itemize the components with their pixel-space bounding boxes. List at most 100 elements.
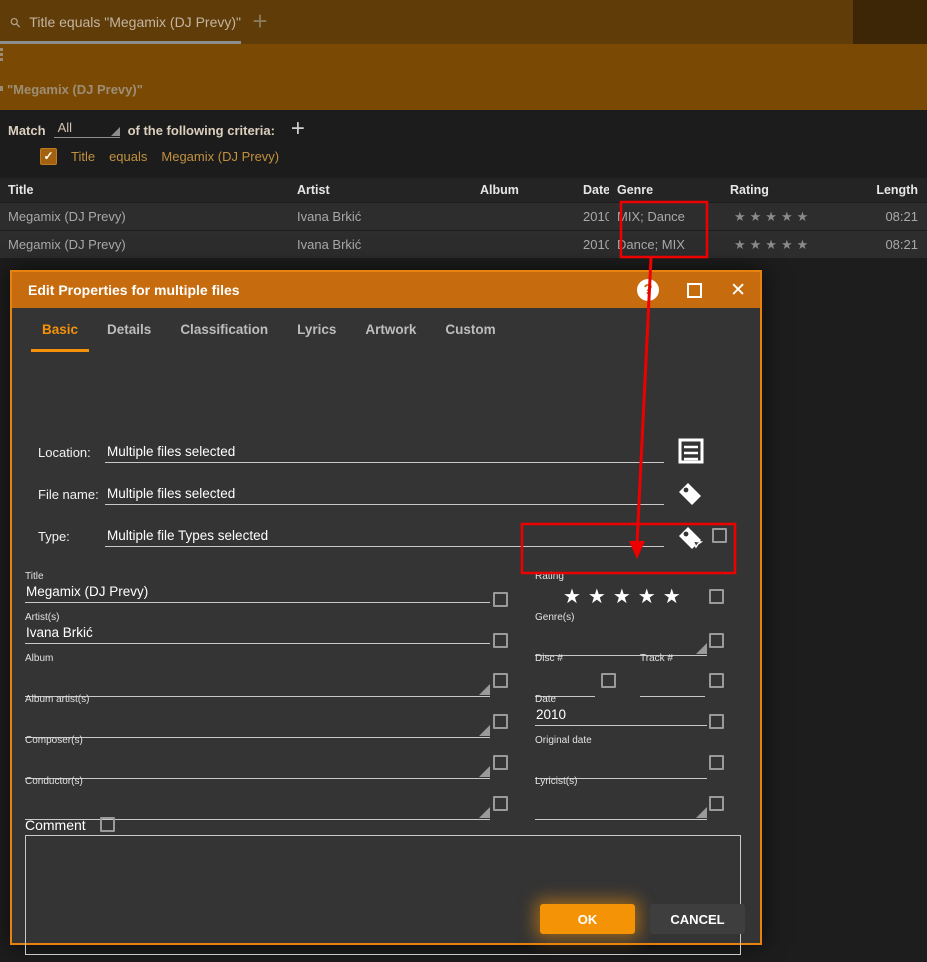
auto-tag-icon[interactable] — [676, 524, 706, 554]
new-search-tab-button[interactable]: + — [245, 6, 275, 36]
title-input: Megamix (DJ Prevy) — [25, 584, 490, 603]
col-header-title[interactable]: Title — [0, 183, 289, 197]
album-apply-checkbox[interactable] — [493, 673, 508, 688]
cell-length: 08:21 — [852, 237, 927, 252]
col-header-genre[interactable]: Genre — [609, 183, 722, 197]
rating-apply-checkbox[interactable] — [709, 589, 724, 604]
date-field[interactable]: Date 2010 — [535, 694, 707, 726]
comment-apply-checkbox[interactable] — [100, 817, 115, 832]
album-artists-field-label: Album artist(s) — [25, 694, 490, 705]
artists-apply-checkbox[interactable] — [493, 633, 508, 648]
title-field-label: Title — [25, 571, 490, 582]
cancel-button[interactable]: CANCEL — [650, 904, 745, 934]
tab-custom[interactable]: Custom — [445, 308, 495, 352]
lyricists-field[interactable]: Lyricist(s) — [535, 776, 707, 820]
artists-field-label: Artist(s) — [25, 612, 490, 623]
lyricists-field-label: Lyricist(s) — [535, 776, 707, 787]
dropdown-triangle-icon — [111, 127, 120, 136]
location-input[interactable]: Multiple files selected — [105, 444, 664, 463]
artists-input: Ivana Brkić — [25, 625, 490, 644]
date-field-label: Date — [535, 694, 707, 705]
disc-apply-checkbox[interactable] — [601, 673, 616, 688]
conductors-field[interactable]: Conductor(s) — [25, 776, 490, 820]
topbar-corner — [853, 0, 927, 44]
file-organizer-icon[interactable] — [678, 438, 704, 464]
original-date-field[interactable]: Original date — [535, 735, 707, 779]
dropdown-triangle-icon — [696, 807, 707, 818]
cell-rating-stars: ★★★★★ — [722, 209, 852, 225]
track-apply-checkbox[interactable] — [709, 673, 724, 688]
album-artists-field[interactable]: Album artist(s) — [25, 694, 490, 738]
composers-field[interactable]: Composer(s) — [25, 735, 490, 779]
match-label: Match — [8, 123, 46, 138]
title-field[interactable]: Title Megamix (DJ Prevy) — [25, 571, 490, 603]
composers-apply-checkbox[interactable] — [493, 755, 508, 770]
search-header-band: "Megamix (DJ Prevy)" — [0, 44, 927, 110]
dialog-footer: OK CANCEL — [12, 895, 760, 943]
col-header-album[interactable]: Album — [472, 183, 575, 197]
cell-genre: MIX; Dance — [609, 209, 722, 224]
date-apply-checkbox[interactable] — [709, 714, 724, 729]
search-tab[interactable]: Title equals "Megamix (DJ Prevy)" — [0, 0, 241, 44]
criterion-field[interactable]: Title — [71, 149, 95, 164]
match-select[interactable]: All — [54, 120, 120, 138]
tag-icon[interactable] — [676, 480, 704, 508]
conductors-apply-checkbox[interactable] — [493, 796, 508, 811]
artists-field[interactable]: Artist(s) Ivana Brkić — [25, 612, 490, 644]
col-header-rating[interactable]: Rating — [722, 183, 852, 197]
match-row: Match All of the following criteria: + — [8, 118, 305, 138]
rating-field-label: Rating — [535, 571, 707, 582]
cell-artist: Ivana Brkić — [289, 209, 472, 224]
genres-apply-checkbox[interactable] — [709, 633, 724, 648]
cell-title: Megamix (DJ Prevy) — [0, 237, 289, 252]
table-row[interactable]: Megamix (DJ Prevy) Ivana Brkić 2010 MIX;… — [0, 203, 927, 230]
filter-chip-text: "Megamix (DJ Prevy)" — [7, 82, 143, 97]
dropdown-triangle-icon — [479, 807, 490, 818]
tab-details[interactable]: Details — [107, 308, 151, 352]
conductors-input — [25, 801, 490, 820]
match-select-value: All — [58, 120, 72, 135]
add-criterion-button[interactable]: + — [291, 120, 305, 138]
album-field[interactable]: Album — [25, 653, 490, 697]
filter-chip-icon — [0, 86, 3, 91]
track-field[interactable]: Track # — [640, 653, 705, 697]
cell-rating-stars: ★★★★★ — [722, 237, 852, 253]
original-date-apply-checkbox[interactable] — [709, 755, 724, 770]
disc-field[interactable]: Disc # — [535, 653, 595, 697]
lyricists-apply-checkbox[interactable] — [709, 796, 724, 811]
col-header-date[interactable]: Date — [575, 183, 609, 197]
tab-basic[interactable]: Basic — [42, 308, 78, 352]
cell-length: 08:21 — [852, 209, 927, 224]
album-artists-apply-checkbox[interactable] — [493, 714, 508, 729]
close-icon[interactable]: ✕ — [730, 281, 746, 300]
maximize-icon[interactable] — [687, 283, 702, 298]
col-header-artist[interactable]: Artist — [289, 183, 472, 197]
filename-row: File name: Multiple files selected — [38, 486, 664, 505]
col-header-length[interactable]: Length — [852, 183, 927, 197]
track-field-label: Track # — [640, 653, 705, 664]
search-icon — [10, 14, 20, 31]
tab-lyrics[interactable]: Lyrics — [297, 308, 336, 352]
type-apply-checkbox[interactable] — [712, 528, 727, 543]
table-row[interactable]: Megamix (DJ Prevy) Ivana Brkić 2010 Danc… — [0, 231, 927, 258]
dialog-titlebar[interactable]: Edit Properties for multiple files ? ✕ — [12, 272, 760, 308]
tab-classification[interactable]: Classification — [180, 308, 268, 352]
criterion-checkbox[interactable]: ✓ — [40, 148, 57, 165]
title-apply-checkbox[interactable] — [493, 592, 508, 607]
track-list: Title Artist Album Date Genre Rating Len… — [0, 178, 927, 258]
original-date-field-label: Original date — [535, 735, 707, 746]
rating-stars[interactable]: ★★★★★ — [535, 584, 707, 609]
help-icon[interactable]: ? — [637, 279, 659, 301]
dialog-tabs: Basic Details Classification Lyrics Artw… — [12, 308, 760, 352]
tab-artwork[interactable]: Artwork — [365, 308, 416, 352]
filename-input[interactable]: Multiple files selected — [105, 486, 664, 505]
genres-field[interactable]: Genre(s) — [535, 612, 707, 656]
criterion-row: ✓ Title equals Megamix (DJ Prevy) — [40, 148, 279, 165]
type-row: Type: Multiple file Types selected — [38, 528, 664, 547]
type-select[interactable]: Multiple file Types selected — [105, 528, 664, 547]
location-row: Location: Multiple files selected — [38, 444, 664, 463]
criterion-operator[interactable]: equals — [109, 149, 147, 164]
conductors-field-label: Conductor(s) — [25, 776, 490, 787]
criterion-value[interactable]: Megamix (DJ Prevy) — [161, 149, 279, 164]
ok-button[interactable]: OK — [540, 904, 635, 934]
